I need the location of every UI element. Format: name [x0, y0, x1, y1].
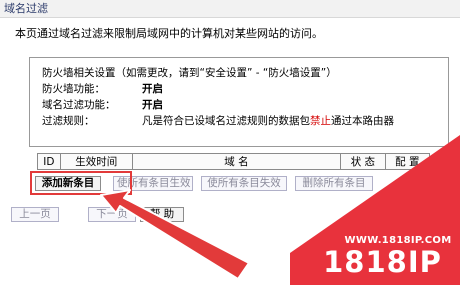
watermark-brand: 1818IP: [323, 245, 442, 279]
